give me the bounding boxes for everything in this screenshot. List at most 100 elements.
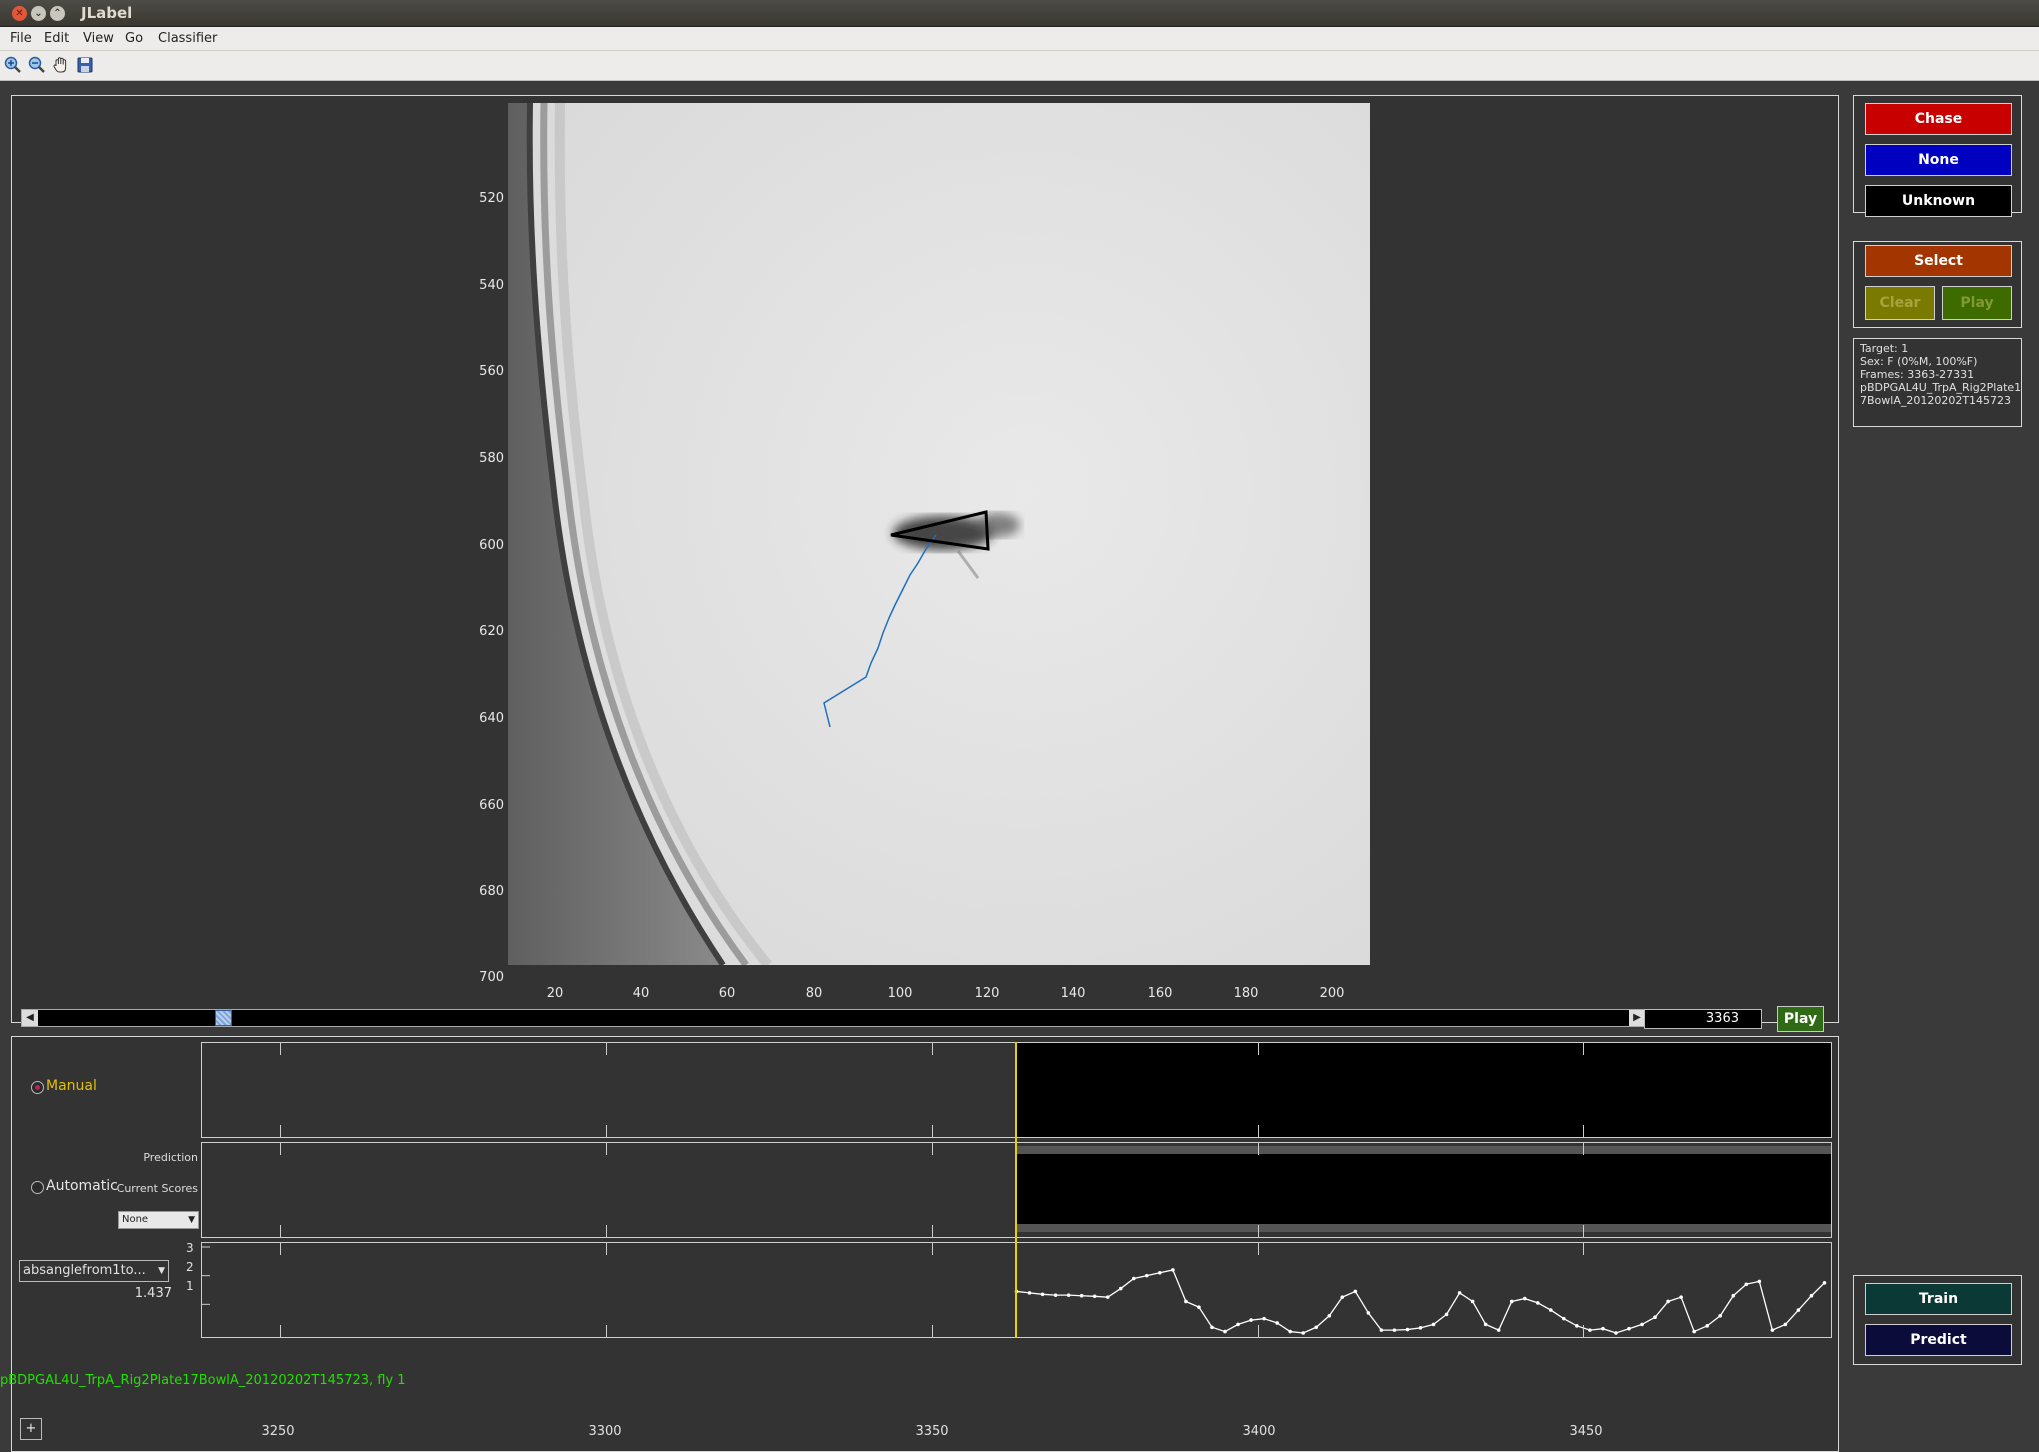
timeline-gridline	[1583, 1043, 1585, 1055]
x-tick: 140	[1060, 986, 1086, 1001]
feature-data-point	[1288, 1329, 1292, 1334]
feature-data-point	[1744, 1282, 1749, 1287]
timeline-gridline	[280, 1043, 282, 1055]
add-feature-button[interactable]: +	[20, 1418, 42, 1440]
feature-data-point	[1431, 1322, 1436, 1327]
train-button[interactable]: Train	[1865, 1283, 2012, 1315]
feature-data-point	[1731, 1293, 1736, 1298]
y-tick: 620	[479, 624, 504, 639]
manual-radio[interactable]	[31, 1081, 44, 1094]
feature-data-point	[1197, 1305, 1201, 1309]
feature-data-point	[1770, 1328, 1775, 1332]
y-tick: 520	[479, 191, 504, 206]
feature-data-point	[1405, 1327, 1410, 1332]
feature-data-point	[1653, 1315, 1657, 1320]
timeline-panel: Manual Prediction Current Scores Automat…	[11, 1036, 1839, 1452]
chase-label-button[interactable]: Chase	[1865, 103, 2012, 135]
zoom-in-icon[interactable]	[3, 55, 23, 75]
y-tick: 640	[479, 711, 504, 726]
feature-data-point	[1314, 1325, 1319, 1330]
prediction-label: Prediction	[143, 1151, 198, 1164]
chevron-down-icon: ▼	[158, 1261, 165, 1281]
predict-button[interactable]: Predict	[1865, 1324, 2012, 1356]
frame-number-input[interactable]: 3363	[1644, 1009, 1762, 1029]
close-window-icon[interactable]: ✕	[12, 6, 27, 21]
timeline-gridline	[1583, 1125, 1585, 1137]
unknown-label-button[interactable]: Unknown	[1865, 185, 2012, 217]
select-button[interactable]: Select	[1865, 245, 2012, 277]
timeline-gridline	[931, 1325, 933, 1337]
feature-data-point	[1092, 1294, 1097, 1299]
feature-data-point	[1392, 1328, 1397, 1332]
timeline-gridline	[605, 1143, 607, 1155]
timeline-gridline	[280, 1143, 282, 1155]
feature-data-point	[1549, 1308, 1553, 1312]
menu-file[interactable]: File	[10, 31, 32, 46]
feature-data-point	[1340, 1295, 1345, 1299]
feature-select-value: absanglefrom1to...	[23, 1263, 146, 1278]
none-label-button[interactable]: None	[1865, 144, 2012, 176]
fly-orientation-triangle	[890, 510, 990, 551]
x-tick: 120	[974, 986, 1000, 1001]
timeline-gridline	[1257, 1225, 1259, 1237]
experiment-name-line2: 7BowlA_20120202T145723	[1860, 394, 2012, 407]
feature-data-point	[1131, 1276, 1136, 1281]
feature-data-point	[1470, 1299, 1475, 1304]
feature-data-point	[1418, 1326, 1423, 1330]
feature-y-tick: 3	[186, 1241, 194, 1255]
menu-bar: File Edit View Go Classifier	[0, 27, 2039, 51]
x-tick: 200	[1319, 986, 1345, 1001]
minimize-window-icon[interactable]: ⌄	[31, 6, 46, 21]
feature-data-point	[1275, 1321, 1279, 1325]
automatic-label[interactable]: Automatic	[46, 1178, 118, 1194]
feature-data-point	[1223, 1329, 1227, 1334]
timeline-gridline	[931, 1143, 933, 1155]
feature-series-line	[1016, 1269, 1825, 1334]
status-bar: pBDPGAL4U_TrpA_Rig2Plate17BowlA_20120202…	[0, 1373, 406, 1388]
zoom-out-icon[interactable]	[27, 55, 47, 75]
timeline-gridline	[1583, 1243, 1585, 1255]
feature-data-point	[1158, 1271, 1162, 1275]
slider-left-arrow-icon[interactable]: ◀	[22, 1010, 38, 1026]
feature-select[interactable]: absanglefrom1to... ▼	[19, 1260, 169, 1282]
frame-slider[interactable]: ◀ ▶	[21, 1009, 1646, 1027]
score-select[interactable]: None ▼	[118, 1211, 199, 1229]
video-frame[interactable]	[508, 103, 1370, 965]
pan-hand-icon[interactable]	[51, 55, 71, 75]
target-info-panel: Target: 1 Sex: F (0%M, 100%F) Frames: 33…	[1853, 338, 2022, 427]
feature-data-point	[1145, 1273, 1149, 1278]
timeline-gridline	[1257, 1125, 1259, 1137]
target-text: Target: 1	[1860, 342, 1909, 355]
maximize-window-icon[interactable]: ⌃	[50, 6, 65, 21]
clear-button[interactable]: Clear	[1865, 286, 1935, 320]
x-tick: 20	[546, 986, 564, 1001]
slider-right-arrow-icon[interactable]: ▶	[1629, 1010, 1645, 1026]
menu-classifier[interactable]: Classifier	[158, 31, 217, 46]
timeline-gridline	[931, 1125, 933, 1137]
feature-data-point	[1822, 1281, 1827, 1285]
sex-text: Sex: F (0%M, 100%F)	[1860, 355, 1978, 368]
feature-value: 1.437	[134, 1286, 172, 1301]
save-icon[interactable]	[75, 55, 95, 75]
feature-data-point	[1027, 1291, 1032, 1295]
x-tick: 180	[1233, 986, 1259, 1001]
feature-data-point	[1679, 1295, 1683, 1299]
play-button[interactable]: Play	[1777, 1006, 1824, 1032]
menu-view[interactable]: View	[83, 31, 114, 46]
x-tick: 160	[1147, 986, 1173, 1001]
feature-data-point	[1066, 1293, 1071, 1297]
automatic-radio[interactable]	[31, 1181, 44, 1194]
feature-data-point	[1601, 1326, 1605, 1331]
workspace: 520 540 560 580 600 620 640 660 680 700 …	[0, 81, 2039, 1452]
trajectory-line	[823, 534, 937, 728]
manual-label[interactable]: Manual	[46, 1078, 97, 1094]
feature-y-tick: 1	[186, 1279, 194, 1293]
timeline-gridline	[605, 1125, 607, 1137]
menu-go[interactable]: Go	[125, 31, 143, 46]
select-play-button[interactable]: Play	[1942, 286, 2012, 320]
feature-data-point	[1522, 1296, 1527, 1301]
timeline-gridline	[1583, 1225, 1585, 1237]
timeline-gridline	[931, 1225, 933, 1237]
menu-edit[interactable]: Edit	[44, 31, 69, 46]
slider-thumb[interactable]	[215, 1010, 232, 1026]
